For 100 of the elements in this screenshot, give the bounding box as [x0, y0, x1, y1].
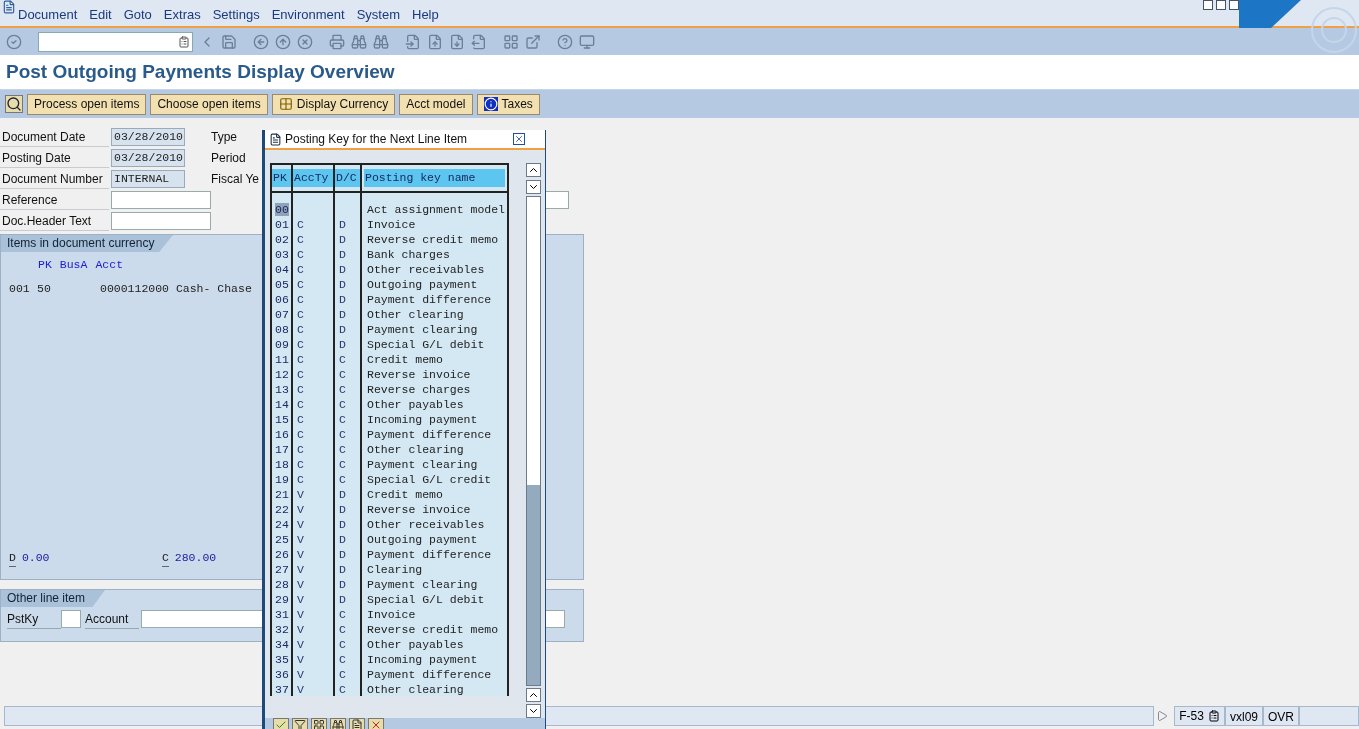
input-field[interactable]: 03/28/2010: [111, 128, 185, 146]
pk-code[interactable]: 12: [275, 368, 289, 381]
field-label: Account: [85, 609, 139, 629]
first-page-icon[interactable]: [405, 33, 421, 50]
pk-code[interactable]: 09: [275, 338, 289, 351]
input-field[interactable]: [545, 191, 569, 209]
command-field[interactable]: [38, 31, 193, 52]
pk-code[interactable]: 04: [275, 263, 289, 276]
pk-code[interactable]: 08: [275, 323, 289, 336]
layout-icon[interactable]: [579, 33, 595, 50]
toolbar-button[interactable]: Process open items: [27, 93, 147, 115]
pk-code[interactable]: 28: [275, 578, 289, 591]
menu-item[interactable]: Edit: [89, 4, 112, 24]
next-page-icon[interactable]: [449, 33, 465, 50]
pk-code[interactable]: 25: [275, 533, 289, 546]
expand-icon[interactable]: [1156, 709, 1169, 723]
debit-credit: C: [339, 458, 346, 471]
last-page-icon[interactable]: [471, 33, 487, 50]
debit-credit: C: [339, 638, 346, 651]
close-icon[interactable]: [513, 133, 525, 145]
pk-code[interactable]: 11: [275, 353, 289, 366]
column-header[interactable]: PK: [272, 169, 291, 187]
history-icon[interactable]: [178, 35, 190, 48]
pk-code[interactable]: 06: [275, 293, 289, 306]
pk-code[interactable]: 01: [275, 218, 289, 231]
menu-item[interactable]: Goto: [123, 4, 152, 24]
toolbar-button[interactable]: Acct model: [399, 93, 473, 115]
pk-code[interactable]: 26: [275, 548, 289, 561]
overview-icon[interactable]: [5, 95, 23, 113]
pk-code[interactable]: 27: [275, 563, 289, 576]
account-type: C: [297, 308, 304, 321]
pk-code[interactable]: 32: [275, 623, 289, 636]
cancel-icon[interactable]: [297, 33, 313, 50]
column-header[interactable]: Posting key name: [364, 169, 505, 187]
toolbar-button[interactable]: Taxes: [476, 93, 540, 115]
input-field[interactable]: INTERNAL: [111, 170, 185, 188]
pk-code[interactable]: 34: [275, 638, 289, 651]
column-header[interactable]: D/C: [335, 169, 360, 187]
cancel-icon[interactable]: [368, 718, 384, 729]
posting-key-name: Reverse credit memo: [367, 233, 499, 246]
pk-code[interactable]: 03: [275, 248, 289, 261]
menu-item[interactable]: Document: [18, 4, 78, 24]
input-field[interactable]: [111, 191, 211, 209]
scroll-up-icon[interactable]: [526, 688, 541, 702]
document-icon[interactable]: [349, 718, 365, 729]
posting-key-name: Other payables: [367, 638, 464, 651]
toolbar-button[interactable]: Choose open items: [150, 93, 268, 115]
document-icon: [2, 0, 16, 14]
pk-code[interactable]: 18: [275, 458, 289, 471]
find-icon[interactable]: [330, 718, 346, 729]
pk-code[interactable]: 00: [275, 203, 289, 216]
debit-credit: C: [339, 383, 346, 396]
pk-code[interactable]: 13: [275, 383, 289, 396]
account-type: V: [297, 638, 304, 651]
pk-code[interactable]: 17: [275, 443, 289, 456]
scroll-up-icon[interactable]: [526, 163, 541, 177]
help-icon[interactable]: [557, 33, 573, 50]
pk-code[interactable]: 14: [275, 398, 289, 411]
posting-key-name: Incoming payment: [367, 653, 478, 666]
menu-item[interactable]: System: [356, 4, 400, 24]
pk-code[interactable]: 16: [275, 428, 289, 441]
account-type: V: [297, 548, 304, 561]
list-icon[interactable]: [1207, 710, 1220, 722]
menu-item[interactable]: Settings: [212, 4, 260, 24]
pk-code[interactable]: 21: [275, 488, 289, 501]
pk-code[interactable]: 31: [275, 608, 289, 621]
scroll-down-icon[interactable]: [526, 180, 541, 194]
previous-page-icon[interactable]: [427, 33, 443, 50]
input-field[interactable]: [111, 212, 211, 230]
back-circle-icon[interactable]: [253, 33, 269, 50]
print-icon[interactable]: [329, 33, 345, 50]
posting-key: 50: [37, 280, 100, 298]
pk-code[interactable]: 36: [275, 668, 289, 681]
pk-code[interactable]: 02: [275, 233, 289, 246]
pk-code[interactable]: 15: [275, 413, 289, 426]
pk-code[interactable]: 07: [275, 308, 289, 321]
save-icon[interactable]: [221, 33, 237, 50]
input-field[interactable]: [61, 610, 81, 628]
menu-item[interactable]: Extras: [163, 4, 201, 24]
pk-code[interactable]: 37: [275, 683, 289, 696]
pk-code[interactable]: 22: [275, 503, 289, 516]
scroll-down-icon[interactable]: [526, 704, 541, 718]
pk-code[interactable]: 35: [275, 653, 289, 666]
scrollbar[interactable]: [526, 163, 542, 718]
filter-icon[interactable]: [292, 718, 308, 729]
pk-code[interactable]: 05: [275, 278, 289, 291]
posting-key-name: Other clearing: [367, 308, 464, 321]
pk-code[interactable]: 24: [275, 518, 289, 531]
menu-item[interactable]: Help: [412, 4, 439, 24]
enter-icon[interactable]: [6, 33, 22, 50]
column-header[interactable]: AccTy: [293, 169, 333, 187]
pk-code[interactable]: 29: [275, 593, 289, 606]
pk-code[interactable]: 19: [275, 473, 289, 486]
toolbar-button[interactable]: Display Currency: [271, 93, 396, 115]
input-field[interactable]: 03/28/2010: [111, 149, 185, 167]
find-next-icon[interactable]: [373, 33, 389, 50]
grid-icon[interactable]: [311, 718, 327, 729]
up-circle-icon[interactable]: [275, 33, 291, 50]
menu-item[interactable]: Environment: [271, 4, 345, 24]
shortcut-icon[interactable]: [525, 33, 541, 50]
